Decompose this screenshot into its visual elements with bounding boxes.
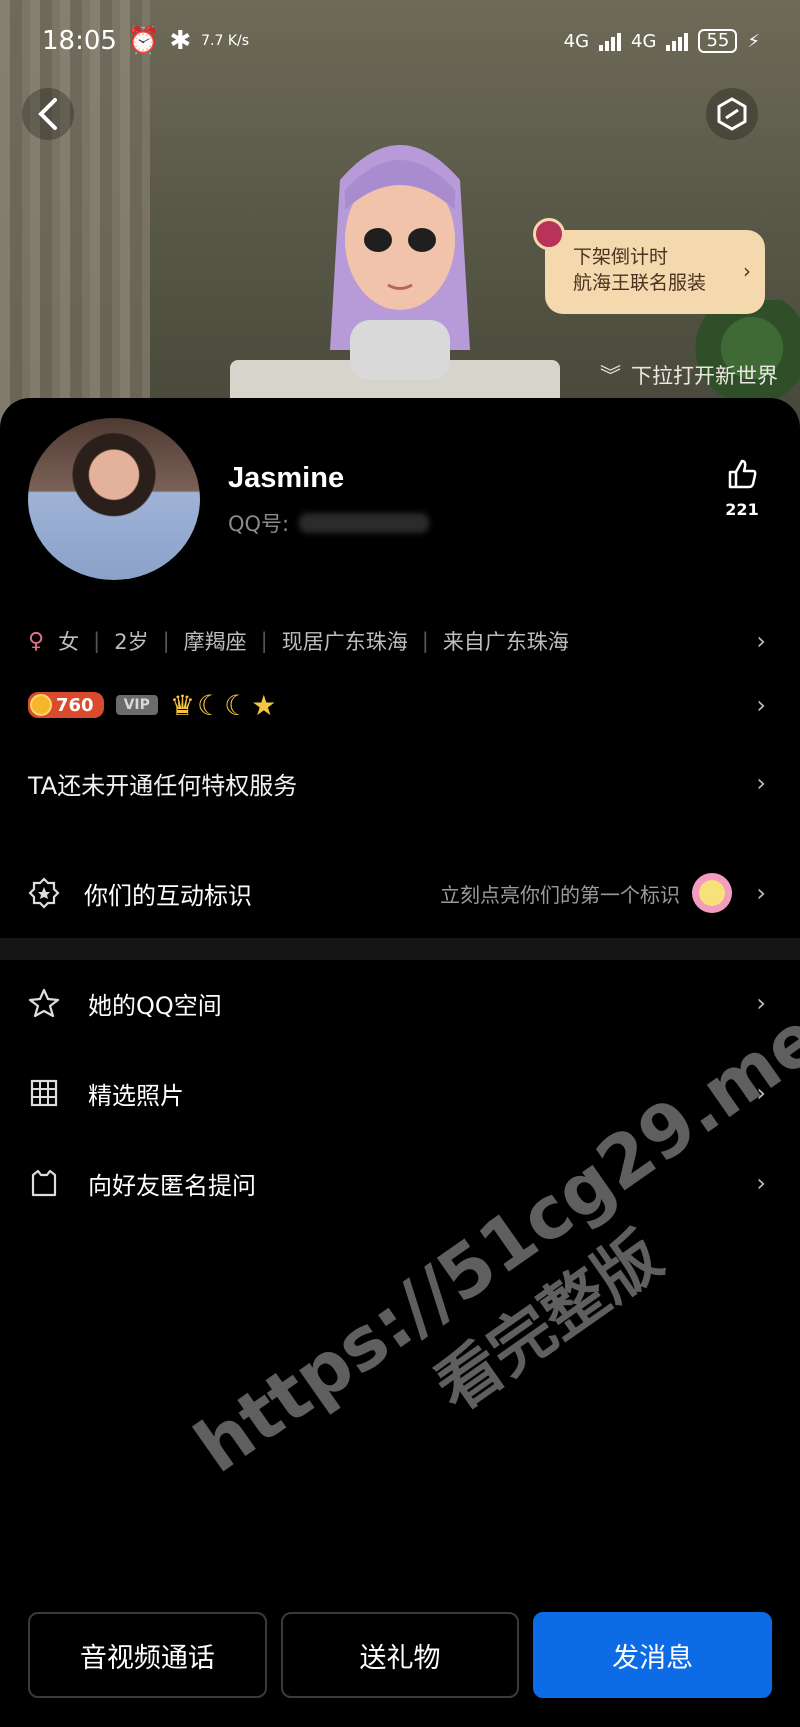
chevron-right-icon: › [756, 691, 766, 719]
thumbs-up-icon [728, 459, 757, 489]
chevron-right-icon: › [743, 259, 751, 283]
vip-badge: VIP [115, 695, 158, 715]
hexagon-icon [717, 97, 747, 131]
like-button[interactable]: 221 [712, 458, 772, 519]
signal-icon-2 [666, 31, 689, 51]
chevron-right-icon: › [756, 879, 766, 907]
signal-icon [599, 31, 622, 51]
profile-header: Jasmine QQ号: 221 [28, 418, 772, 580]
privilege-row[interactable]: TA还未开通任何特权服务 › [28, 754, 772, 812]
net-type-1: 4G [563, 30, 590, 52]
gender-text: 女 [58, 630, 80, 654]
battery-level: 55 [698, 29, 738, 53]
interaction-hint-text: 立刻点亮你们的第一个标识 [440, 882, 680, 907]
qq-number-blurred [299, 513, 430, 533]
promo-line-2: 航海王联名服装 [573, 272, 707, 294]
promo-bubble[interactable]: 下架倒计时 航海王联名服装 › [533, 218, 765, 314]
action-bar: 音视频通话 送礼物 发消息 [28, 1612, 773, 1698]
like-count: 221 [725, 500, 759, 519]
separator: | [421, 629, 429, 653]
qq-label: QQ号: [228, 512, 290, 536]
hero-banner[interactable]: 18:05 ⏰ ✱ 7.7 K/s 4G 4G 55 ⚡ 下架倒计时 航海王联名… [0, 0, 800, 430]
vibrate-icon: ✱ [169, 26, 192, 56]
pull-hint-text: 下拉打开新世界 [631, 364, 778, 388]
separator: | [93, 629, 101, 653]
avatar[interactable] [28, 418, 200, 580]
chevron-right-icon: › [756, 769, 766, 797]
clock: 18:05 [42, 26, 117, 56]
menu-label: 精选照片 [88, 1081, 184, 1110]
female-icon: ♀ [28, 628, 45, 654]
menu-label: 她的QQ空间 [88, 991, 222, 1020]
chevron-right-icon: › [756, 627, 766, 655]
separator: | [162, 629, 170, 653]
separator: | [260, 629, 268, 653]
hometown-text: 来自广东珠海 [442, 630, 569, 654]
net-speed: 7.7 K/s [201, 33, 250, 49]
cat-bag-icon [31, 1169, 57, 1197]
send-message-button[interactable]: 发消息 [533, 1612, 773, 1698]
back-button[interactable] [22, 88, 74, 140]
location-text: 现居广东珠海 [281, 630, 408, 654]
hexagon-menu-button[interactable] [706, 88, 758, 140]
send-gift-button[interactable]: 送礼物 [280, 1612, 520, 1698]
zodiac-text: 摩羯座 [183, 630, 247, 654]
alarm-icon: ⏰ [126, 26, 160, 56]
coin-icon [30, 694, 52, 716]
chevron-left-icon [38, 98, 57, 130]
devil-fruit-icon [533, 218, 565, 250]
profile-sheet: Jasmine QQ号: 221 ♀ 女 | 2岁 | 摩羯座 | 现居广东珠海… [0, 398, 800, 1727]
video-call-button[interactable]: 音视频通话 [28, 1612, 267, 1698]
age-text: 2岁 [114, 630, 149, 654]
privilege-text: TA还未开通任何特权服务 [28, 771, 298, 800]
interaction-hint: 立刻点亮你们的第一个标识 [440, 873, 732, 913]
curtain-decoration [0, 0, 150, 430]
section-divider [0, 938, 800, 960]
grid-icon [30, 1079, 58, 1107]
double-chevron-down-icon: ︾ [600, 364, 621, 388]
interaction-label: 你们的互动标识 [84, 881, 252, 910]
pull-hint[interactable]: ︾ 下拉打开新世界 [600, 360, 778, 390]
badge-star-icon [28, 877, 60, 909]
menu-item-qzone[interactable]: 她的QQ空间 › [28, 968, 772, 1038]
star-icon [28, 988, 60, 1018]
badges-row[interactable]: 760 VIP ♛☾☾★ › [28, 676, 772, 734]
promo-line-1: 下架倒计时 [573, 246, 669, 268]
basic-info-row[interactable]: ♀ 女 | 2岁 | 摩羯座 | 现居广东珠海 | 来自广东珠海 › [28, 618, 772, 664]
interaction-row[interactable]: 你们的互动标识 立刻点亮你们的第一个标识 › [28, 858, 772, 928]
chevron-right-icon: › [756, 1169, 766, 1197]
qq-number: QQ号: [228, 508, 430, 538]
avatar-character[interactable] [300, 120, 500, 390]
level-icons: ♛☾☾★ [169, 688, 279, 722]
coin-value: 760 [56, 694, 94, 716]
charging-icon: ⚡ [747, 30, 760, 52]
profile-name: Jasmine [228, 462, 345, 494]
flower-emoji-icon [692, 873, 732, 913]
menu-label: 向好友匿名提问 [88, 1171, 256, 1200]
coin-badge: 760 [28, 692, 104, 718]
net-type-2: 4G [631, 30, 657, 52]
status-bar: 18:05 ⏰ ✱ 7.7 K/s 4G 4G 55 ⚡ [0, 0, 800, 64]
